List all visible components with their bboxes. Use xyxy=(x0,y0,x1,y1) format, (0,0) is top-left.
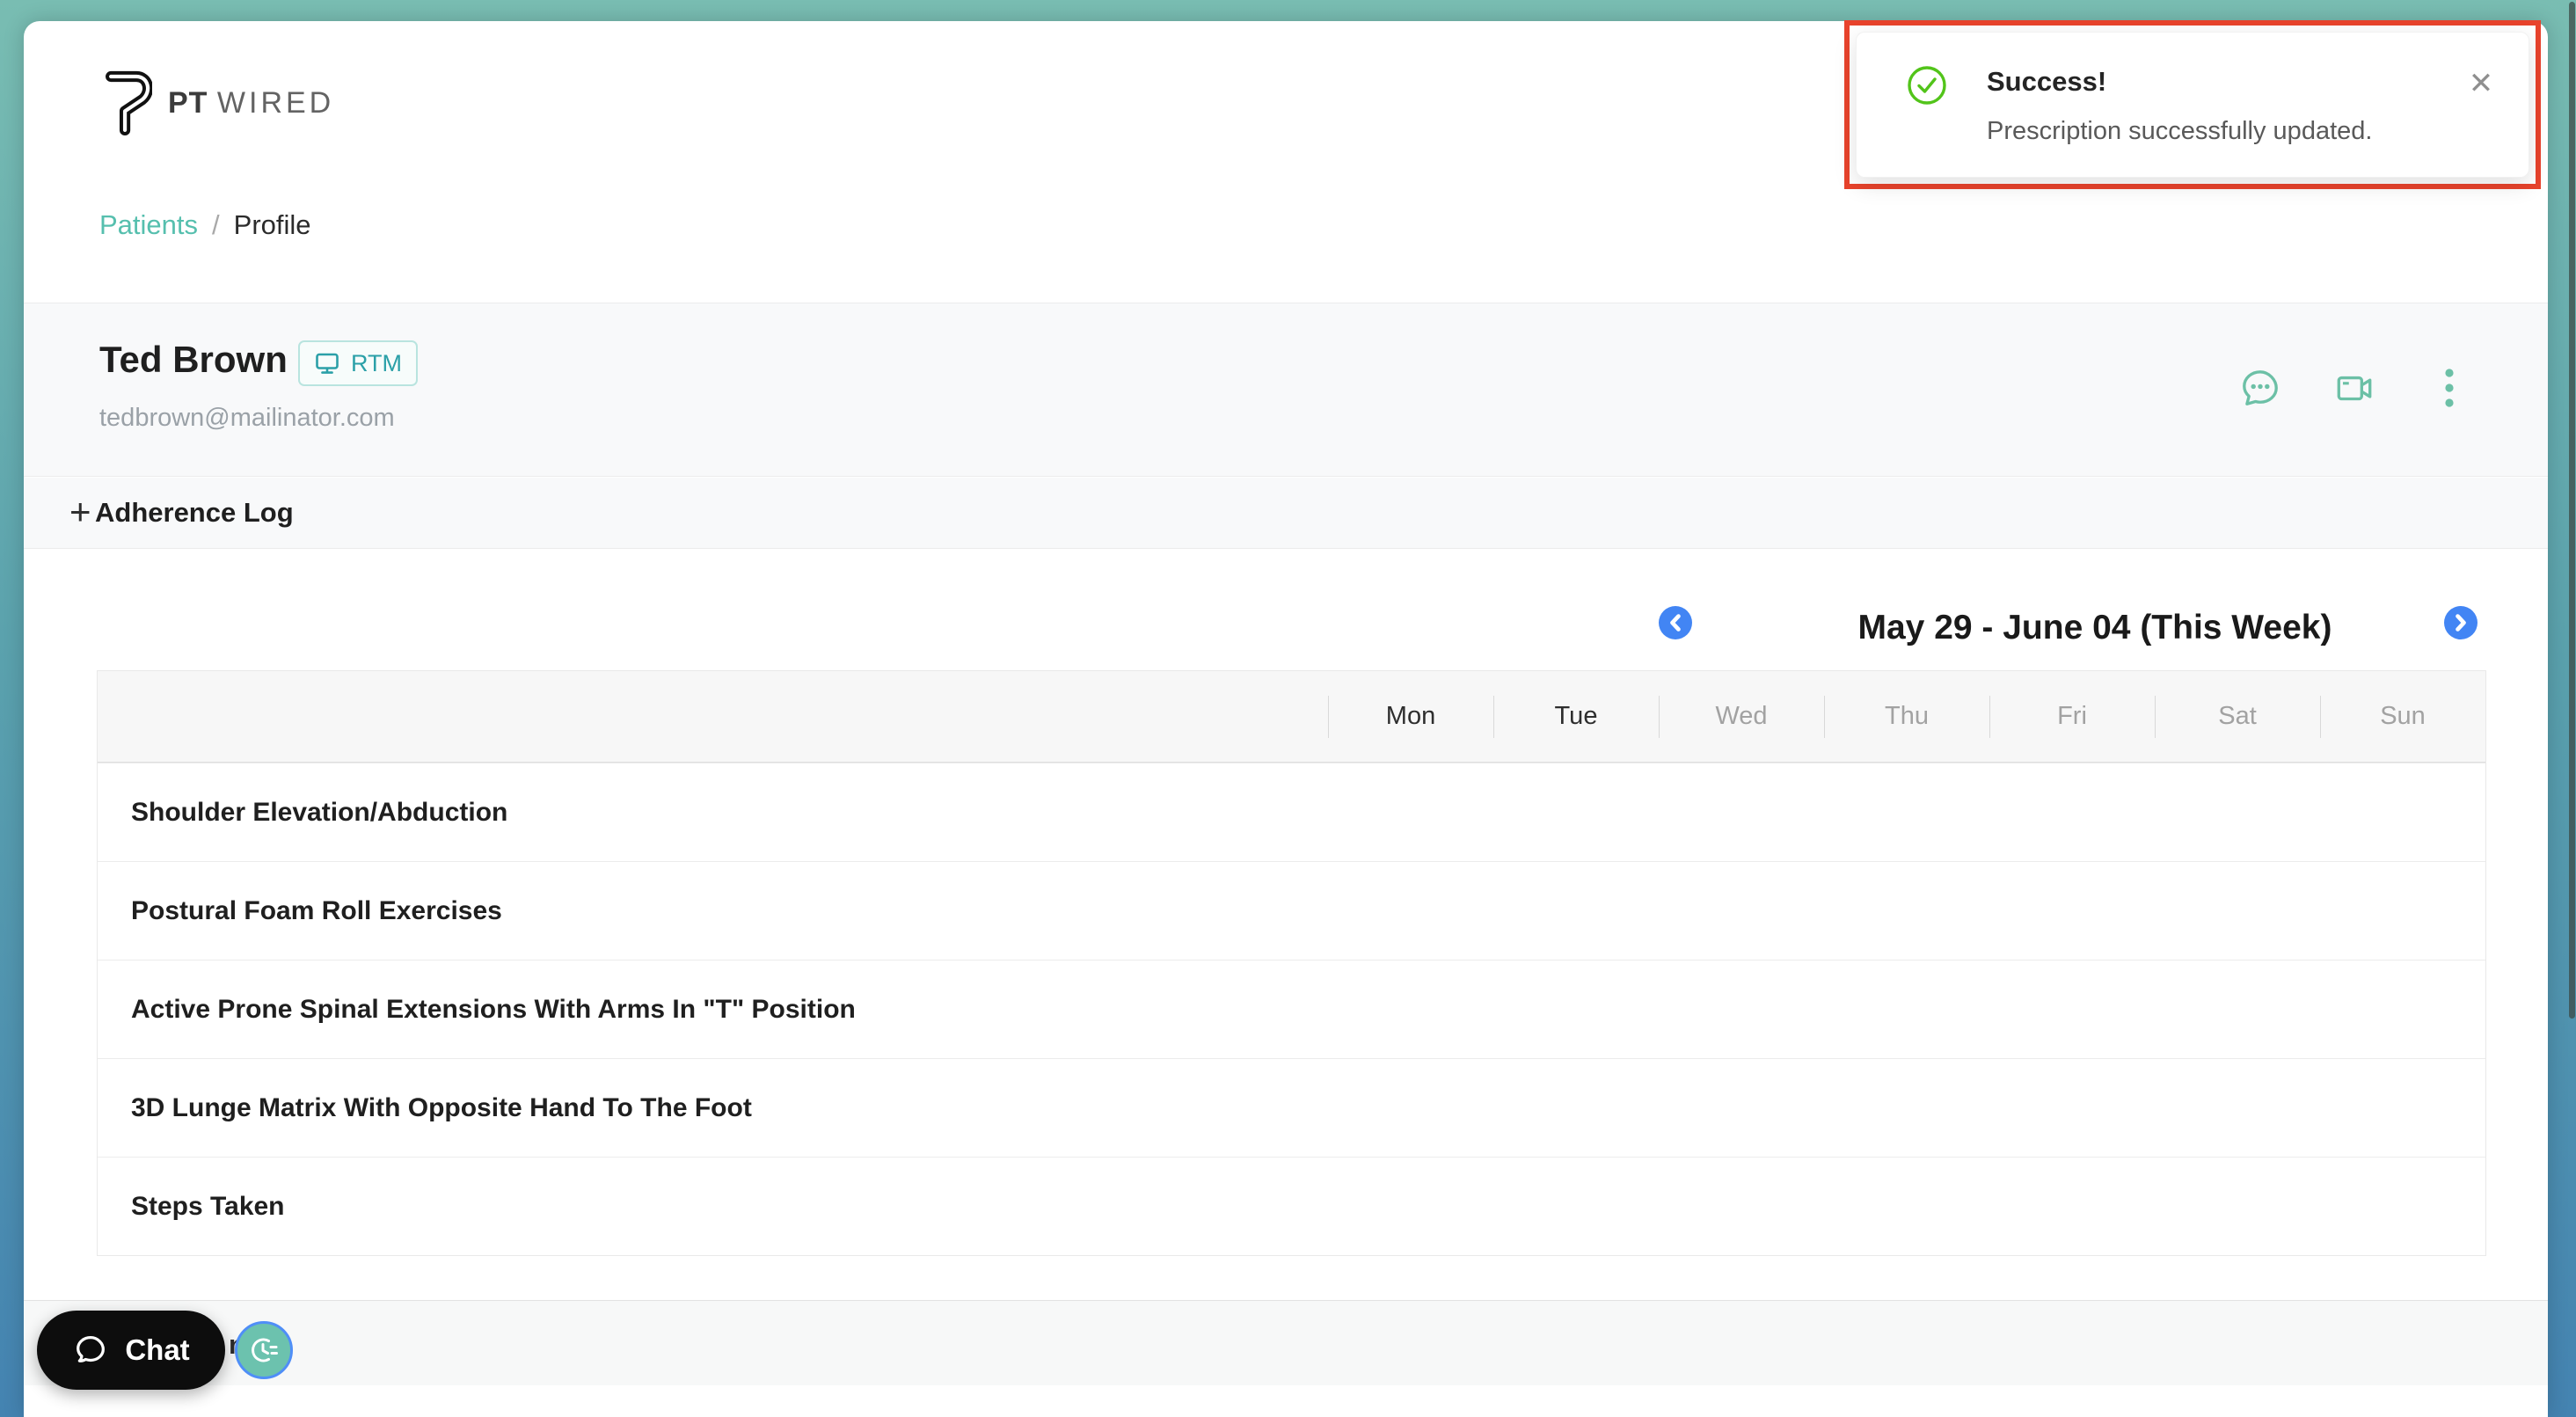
pt-wired-logo-mark xyxy=(99,63,152,142)
chevron-right-icon xyxy=(2452,613,2470,632)
table-row: Steps Taken xyxy=(98,1157,2485,1255)
table-row: Shoulder Elevation/Abduction xyxy=(98,763,2485,861)
day-header-thu: Thu xyxy=(1824,671,1989,762)
patient-header: Ted Brown RTM tedbrown@mailinator.com xyxy=(24,303,2548,477)
expand-plus-icon: + xyxy=(69,492,91,532)
chat-dots-icon xyxy=(2238,366,2282,410)
day-header-mon: Mon xyxy=(1328,671,1493,762)
next-section-header[interactable]: n xyxy=(24,1300,2548,1385)
rtm-badge-label: RTM xyxy=(351,350,402,377)
toast-message: Prescription successfully updated. xyxy=(1987,117,2372,146)
clock-history-icon xyxy=(247,1333,281,1367)
breadcrumb-separator: / xyxy=(212,209,220,241)
breadcrumb-profile: Profile xyxy=(234,209,311,241)
patient-more-options-button[interactable] xyxy=(2426,365,2472,411)
success-check-icon xyxy=(1906,64,1948,106)
day-header-wed: Wed xyxy=(1659,671,1824,762)
toast-close-button[interactable]: ✕ xyxy=(2462,64,2500,103)
message-patient-button[interactable] xyxy=(2237,365,2283,411)
pt-wired-logo: PT WIRED xyxy=(99,63,334,142)
adherence-table-header: Mon Tue Wed Thu Fri Sat Sun xyxy=(98,671,2485,763)
breadcrumb: Patients / Profile xyxy=(99,209,311,241)
rtm-badge: RTM xyxy=(298,340,418,386)
patient-name: Ted Brown xyxy=(99,339,288,381)
week-range-title: May 29 - June 04 (This Week) xyxy=(1695,609,2495,647)
video-call-button[interactable] xyxy=(2332,365,2377,411)
history-fab-button[interactable] xyxy=(235,1321,293,1379)
success-toast: Success! Prescription successfully updat… xyxy=(1856,32,2529,178)
kebab-menu-icon xyxy=(2443,366,2456,410)
adherence-log-label: Adherence Log xyxy=(95,497,294,529)
chat-button[interactable]: Chat xyxy=(37,1311,225,1390)
brand-text-light: WIRED xyxy=(217,86,334,120)
table-row: Active Prone Spinal Extensions With Arms… xyxy=(98,960,2485,1058)
previous-week-button[interactable] xyxy=(1659,606,1692,639)
main-content-card: PT WIRED Patients / Profile Ted Brown RT… xyxy=(24,21,2548,1417)
patient-email: tedbrown@mailinator.com xyxy=(99,404,395,433)
table-row: 3D Lunge Matrix With Opposite Hand To Th… xyxy=(98,1058,2485,1157)
adherence-table: Mon Tue Wed Thu Fri Sat Sun Shoulder Ele… xyxy=(97,670,2486,1256)
monitor-icon xyxy=(314,350,340,376)
speech-bubble-icon xyxy=(72,1332,109,1369)
breadcrumb-patients-link[interactable]: Patients xyxy=(99,209,198,241)
video-camera-icon xyxy=(2332,366,2376,410)
day-header-fri: Fri xyxy=(1989,671,2155,762)
toast-title: Success! xyxy=(1987,66,2106,98)
adherence-log-section-header[interactable]: + Adherence Log xyxy=(24,478,2548,549)
day-header-sun: Sun xyxy=(2320,671,2485,762)
next-week-button[interactable] xyxy=(2444,606,2477,639)
pt-wired-app: { "brand": { "bold": "PT", "light": "WIR… xyxy=(0,0,2576,1417)
day-header-tue: Tue xyxy=(1493,671,1659,762)
day-header-sat: Sat xyxy=(2155,671,2320,762)
page-scrollbar-thumb[interactable] xyxy=(2569,2,2575,1019)
table-row: Postural Foam Roll Exercises xyxy=(98,861,2485,960)
chat-button-label: Chat xyxy=(125,1333,189,1367)
brand-text-bold: PT xyxy=(168,86,208,120)
chevron-left-icon xyxy=(1667,613,1684,632)
exercise-column-spacer xyxy=(98,671,1328,762)
brand-text: PT WIRED xyxy=(168,86,334,121)
